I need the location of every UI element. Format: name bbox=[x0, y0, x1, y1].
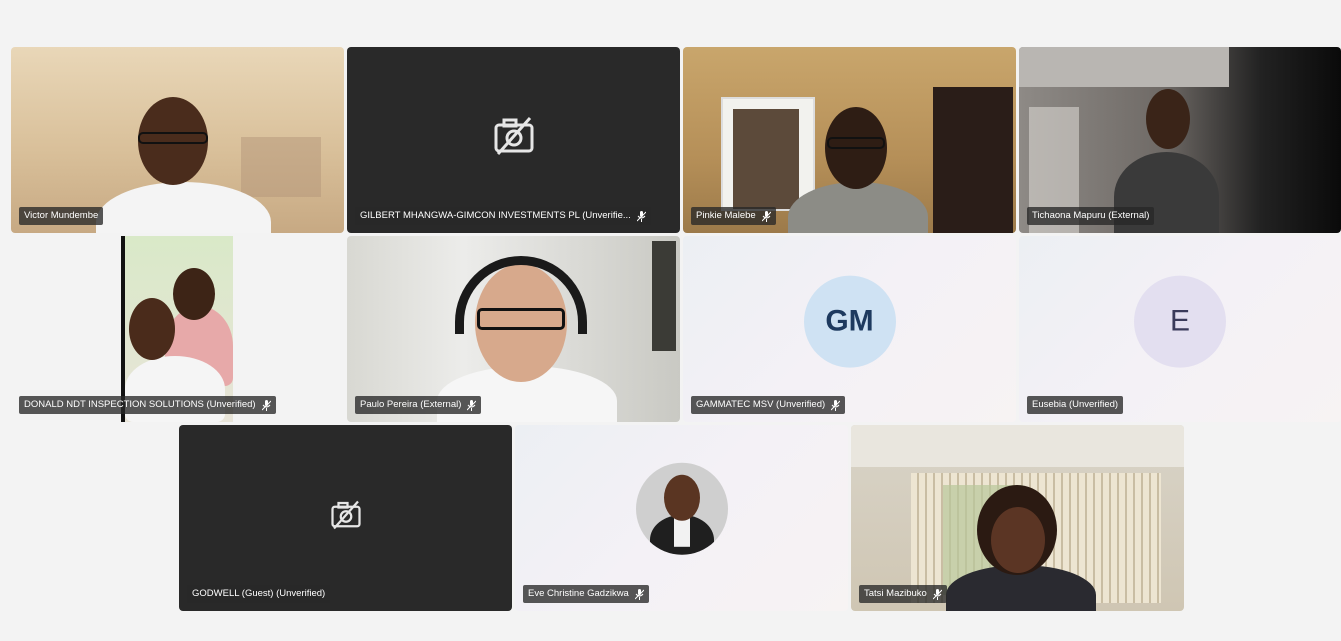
participant-name-tag: Tatsi Mazibuko bbox=[859, 585, 947, 603]
participant-name-tag: DONALD NDT INSPECTION SOLUTIONS (Unverif… bbox=[19, 396, 276, 414]
participant-name: Tatsi Mazibuko bbox=[864, 588, 927, 599]
participant-name: DONALD NDT INSPECTION SOLUTIONS (Unverif… bbox=[24, 399, 256, 410]
avatar: E bbox=[1134, 275, 1226, 368]
participant-tile-pinkie[interactable]: Pinkie Malebe bbox=[683, 47, 1016, 233]
participant-tile-eusebia[interactable]: E Eusebia (Unverified) bbox=[1019, 236, 1341, 422]
avatar: GM bbox=[803, 275, 896, 368]
participant-video bbox=[347, 236, 680, 422]
mic-off-icon bbox=[467, 399, 477, 411]
participant-name-tag: GILBERT MHANGWA-GIMCON INVESTMENTS PL (U… bbox=[355, 207, 651, 225]
participant-tile-victor[interactable]: Victor Mundembe bbox=[11, 47, 344, 233]
participant-name-tag: Eve Christine Gadzikwa bbox=[523, 585, 649, 603]
participant-name: Victor Mundembe bbox=[24, 210, 99, 221]
participant-video bbox=[683, 47, 1016, 233]
participant-name: Tichaona Mapuru (External) bbox=[1032, 210, 1150, 221]
participant-video bbox=[11, 47, 344, 233]
participant-tile-godwell[interactable]: GODWELL (Guest) (Unverified) bbox=[179, 425, 512, 611]
participant-name: GAMMATEC MSV (Unverified) bbox=[696, 399, 826, 410]
mic-off-icon bbox=[831, 399, 841, 411]
video-off-icon bbox=[494, 117, 533, 155]
participant-name: Eve Christine Gadzikwa bbox=[528, 588, 629, 599]
mic-off-icon bbox=[932, 588, 942, 600]
mic-off-icon bbox=[634, 588, 644, 600]
participant-tile-eve[interactable]: Eve Christine Gadzikwa bbox=[515, 425, 848, 611]
participant-name-tag: GODWELL (Guest) (Unverified) bbox=[187, 585, 331, 603]
participant-name-tag: Tichaona Mapuru (External) bbox=[1027, 207, 1155, 225]
participant-tile-gilbert[interactable]: GILBERT MHANGWA-GIMCON INVESTMENTS PL (U… bbox=[347, 47, 680, 233]
participant-name: Eusebia (Unverified) bbox=[1032, 399, 1119, 410]
participant-tile-tichaona[interactable]: Tichaona Mapuru (External) bbox=[1019, 47, 1341, 233]
mic-off-icon bbox=[636, 210, 646, 222]
meeting-gallery: Victor Mundembe GILBERT MHANGWA-GIMCON I… bbox=[0, 0, 1341, 641]
participant-video bbox=[11, 236, 344, 422]
participant-name: Paulo Pereira (External) bbox=[360, 399, 462, 410]
participant-tile-donald[interactable]: DONALD NDT INSPECTION SOLUTIONS (Unverif… bbox=[11, 236, 344, 422]
participant-tile-gammatec[interactable]: GM GAMMATEC MSV (Unverified) bbox=[683, 236, 1016, 422]
participant-tile-tatsi[interactable]: Tatsi Mazibuko bbox=[851, 425, 1184, 611]
participant-video bbox=[1019, 47, 1341, 233]
video-off-icon bbox=[330, 500, 361, 530]
participant-video bbox=[851, 425, 1184, 611]
avatar bbox=[635, 462, 728, 555]
participant-tile-paulo[interactable]: Paulo Pereira (External) bbox=[347, 236, 680, 422]
participant-name: Pinkie Malebe bbox=[696, 210, 756, 221]
participant-name: GODWELL (Guest) (Unverified) bbox=[192, 588, 326, 599]
participant-name-tag: Paulo Pereira (External) bbox=[355, 396, 482, 414]
participant-name-tag: GAMMATEC MSV (Unverified) bbox=[691, 396, 846, 414]
participant-name-tag: Pinkie Malebe bbox=[691, 207, 776, 225]
participant-name-tag: Eusebia (Unverified) bbox=[1027, 396, 1124, 414]
mic-off-icon bbox=[761, 210, 771, 222]
participant-name: GILBERT MHANGWA-GIMCON INVESTMENTS PL (U… bbox=[360, 210, 631, 221]
mic-off-icon bbox=[261, 399, 271, 411]
participant-name-tag: Victor Mundembe bbox=[19, 207, 104, 225]
